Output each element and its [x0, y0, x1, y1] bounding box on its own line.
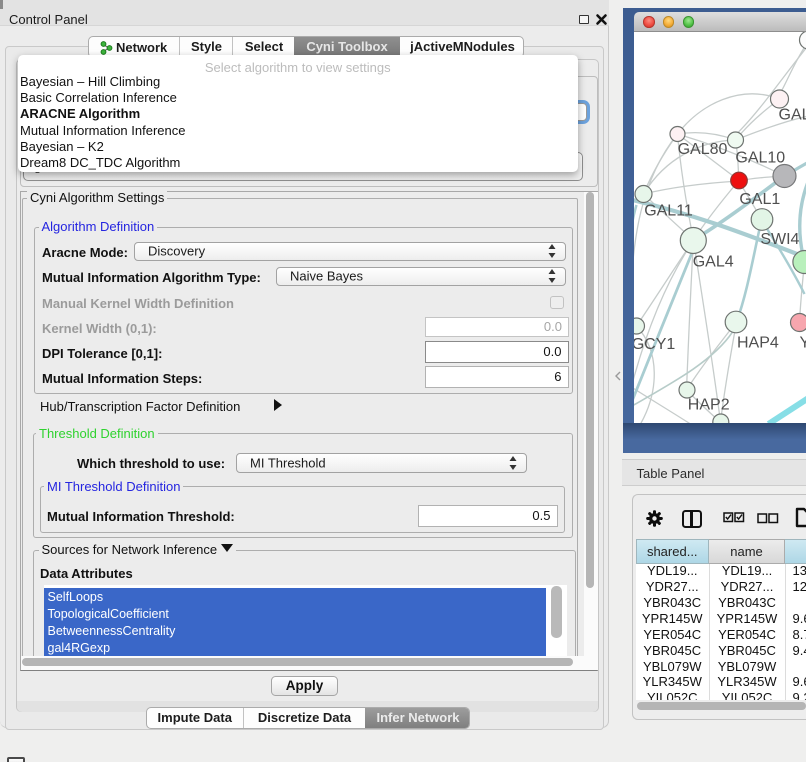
svg-text:GAL4: GAL4 — [692, 254, 733, 271]
svg-text:SWI4: SWI4 — [760, 231, 799, 248]
svg-text:YJ: YJ — [799, 335, 806, 352]
svg-text:GAL80: GAL80 — [677, 141, 727, 158]
svg-text:GAL11: GAL11 — [644, 203, 693, 220]
svg-text:HAP2: HAP2 — [687, 396, 729, 413]
svg-text:GAL1: GAL1 — [739, 191, 780, 208]
svg-text:HAP4: HAP4 — [737, 335, 779, 352]
svg-text:GCY1: GCY1 — [634, 336, 675, 353]
svg-text:GAL10: GAL10 — [735, 150, 785, 167]
svg-text:GAL7: GAL7 — [778, 107, 806, 124]
